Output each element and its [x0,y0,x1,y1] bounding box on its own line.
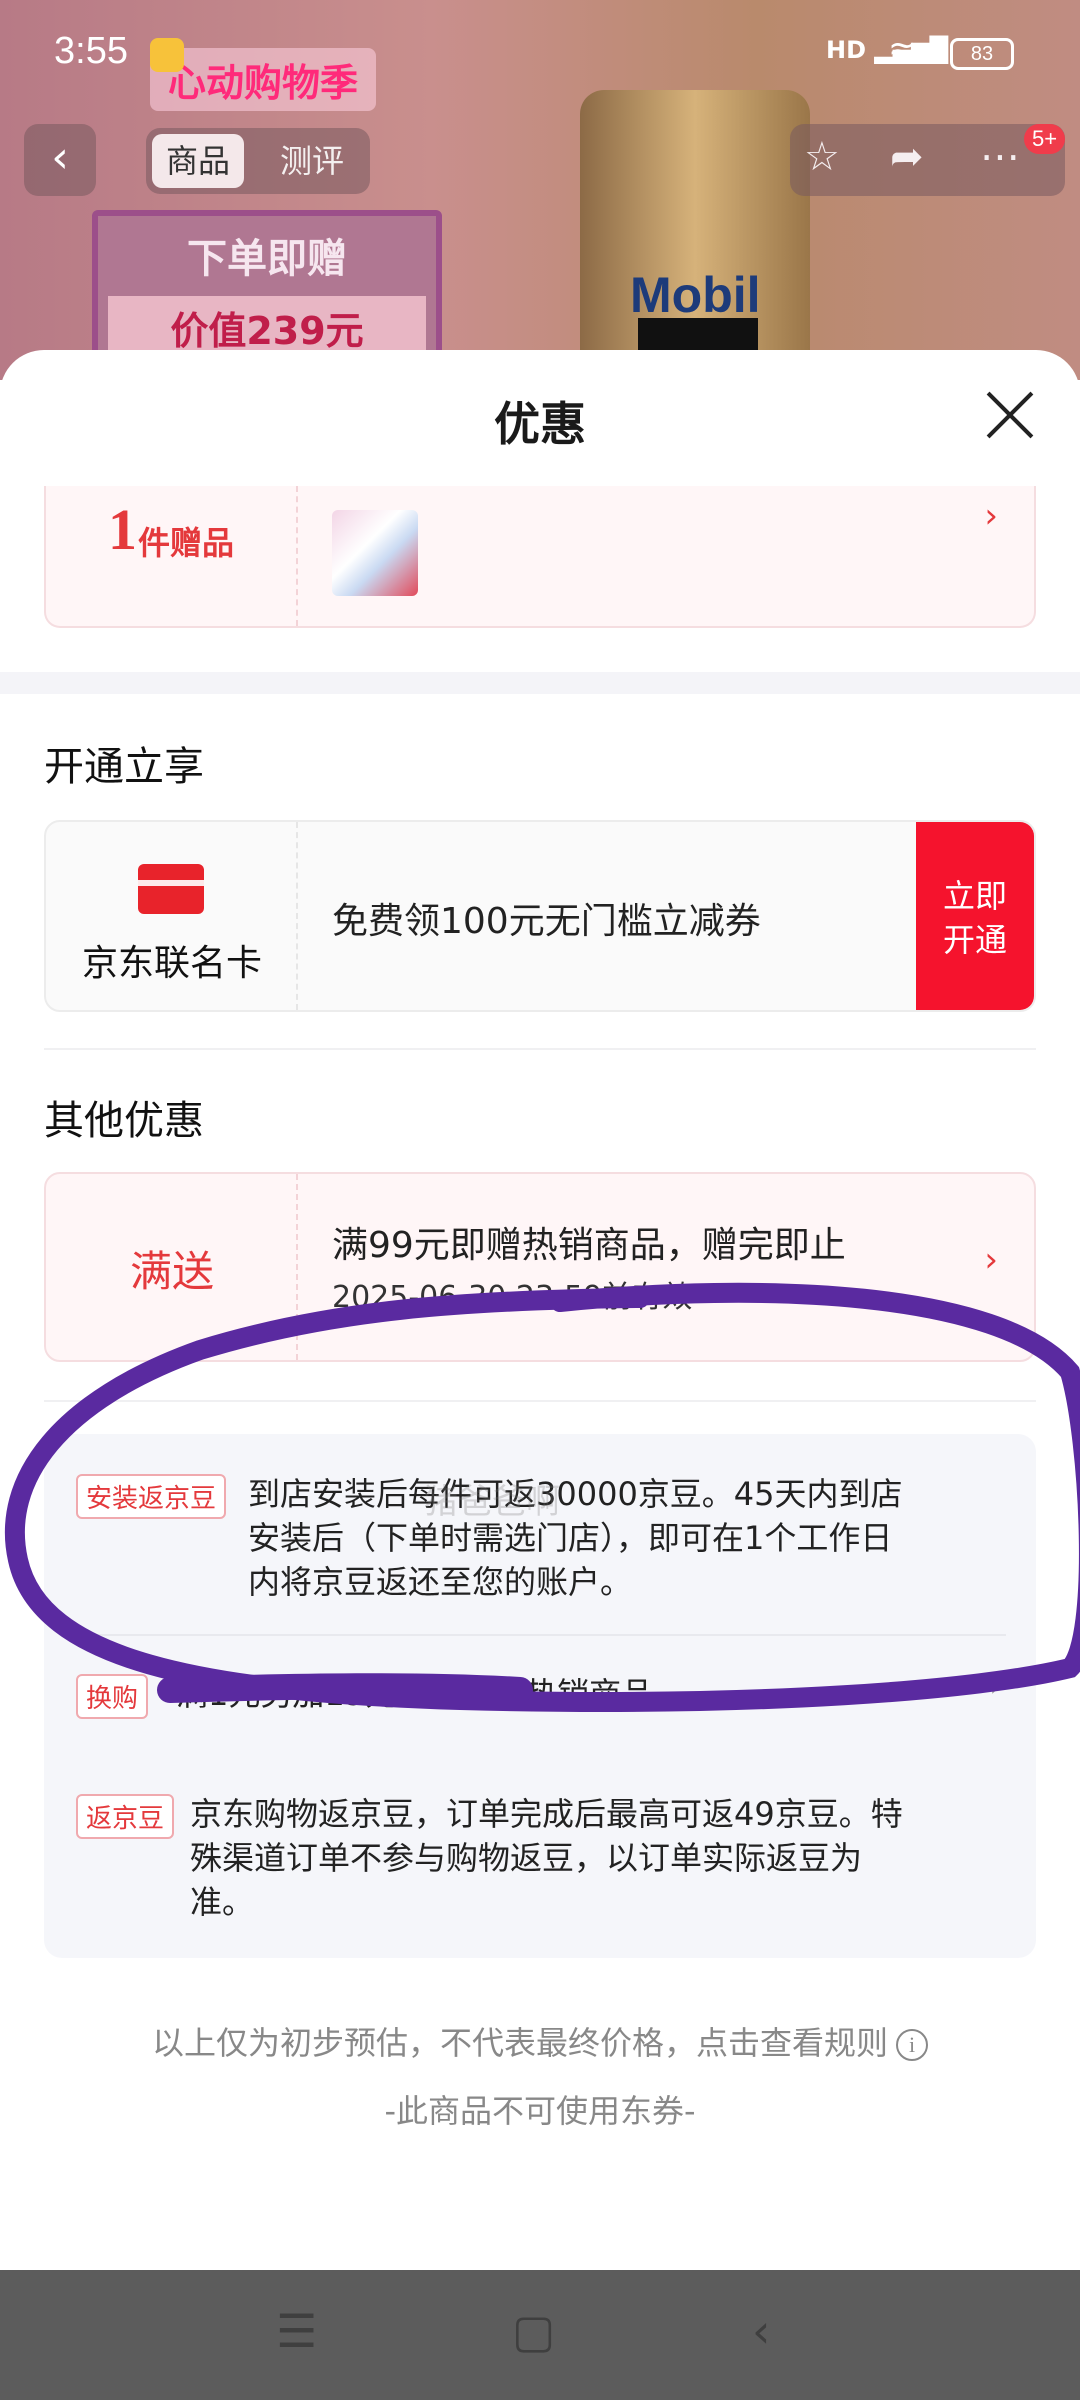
divider [44,1048,1036,1050]
promo-text: 满1元另加19元即可换购热销商品 [176,1672,653,1716]
back-icon[interactable]: ‹ [24,124,96,196]
promo-text-line: 到店安装后每件可返30000京豆。45天内到店 [248,1475,903,1513]
divider [76,1634,1006,1636]
promo-text-line: 准。 [190,1883,255,1921]
promo-text-line: 安装后（下单时需选门店），即可在1个工作日 [248,1519,893,1557]
gift-count: 1 [108,497,137,562]
activate-button[interactable]: 立即开通 [916,822,1034,1010]
gift-card-left: 1 件赠品 [46,486,298,626]
member-offer-text: 免费领100元无门槛立减券 [332,901,761,942]
network-type: HD [826,36,867,64]
tab-review[interactable]: 测评 [266,134,358,188]
section-divider [0,672,1080,694]
full-gift-label: 满送 [129,1247,214,1296]
home-icon[interactable]: ▢ [512,2304,555,2358]
member-card-left: 京东联名卡 [46,822,298,1010]
coupon-note: -此商品不可使用东券- [384,2092,696,2130]
promo-text-line: 满1元另加19元即可换购热销商品 [176,1675,654,1713]
discount-sheet: 优惠 1 件赠品 › 开通立享 京东联名卡 免费领100元无门槛立减券 立即开通… [0,350,1080,2270]
promo-text-line: 京东购物返京豆，订单完成后最高可返49京豆。特 [190,1795,903,1833]
watermark: 猪爸爸啊 [424,1482,560,1522]
sheet-title: 优惠 [494,397,586,451]
battery-icon: 83 [950,38,1014,70]
product-nav-bar: ‹ 商品 测评 ☆ ➦ ⋯ 5+ [0,120,1080,204]
close-icon[interactable] [984,388,1036,440]
tab-product[interactable]: 商品 [152,134,245,188]
message-count-badge: 5+ [1024,124,1066,154]
activate-button-label: 立即开通 [943,877,1008,959]
promo-tag: 返京豆 [76,1794,175,1839]
status-bar: 3:55 HD ▂▄▆█ ≋ 83 [0,0,1080,100]
promo-item-jingdou: 返京豆 京东购物返京豆，订单完成后最高可返49京豆。特 殊渠道订单不参与购物返豆… [76,1794,1006,1934]
product-tabs: 商品 测评 [146,128,370,194]
promo-text: 京东购物返京豆，订单完成后最高可返49京豆。特 殊渠道订单不参与购物返豆，以订单… [190,1792,903,1924]
gift-product-thumbnail [332,510,418,596]
promo-text-line: 内将京豆返还至您的账户。 [248,1563,633,1601]
credit-card-icon [138,864,204,914]
price-rule-text: 以上仅为初步预估，不代表最终价格，点击查看规则 [151,2024,888,2062]
wifi-icon: ≋ [888,32,917,72]
full-gift-validity: 2025-06-30 23:59前有效 [332,1280,693,1315]
product-brand-logo: Mobil [630,267,761,323]
menu-icon[interactable]: ☰ [276,2304,317,2358]
sheet-header: 优惠 [0,350,1080,486]
chevron-right-icon: › [984,496,998,536]
divider [44,1400,1036,1402]
chevron-right-icon: › [984,1240,998,1280]
member-section-title: 开通立享 [44,744,204,790]
notification-icon [150,38,184,72]
other-section-title: 其他优惠 [44,1098,204,1144]
full-gift-text: 满99元即赠热销商品，赠完即止 [332,1225,846,1266]
star-icon[interactable]: ☆ [804,134,840,180]
chevron-right-icon: › [989,1666,1002,1704]
info-icon: i [896,2029,928,2061]
promo-banner-line1: 下单即赠 [187,236,347,282]
full-gift-left: 满送 [46,1174,298,1360]
promo-tag: 换购 [76,1674,149,1719]
promo-tag: 安装返京豆 [76,1474,227,1519]
full-gift-card[interactable]: 满送 满99元即赠热销商品，赠完即止 2025-06-30 23:59前有效 › [44,1172,1036,1362]
promo-text: 到店安装后每件可返30000京豆。45天内到店 安装后（下单时需选门店），即可在… [248,1472,903,1604]
share-icon[interactable]: ➦ [890,134,924,180]
price-rule-note[interactable]: 以上仅为初步预估，不代表最终价格，点击查看规则 i [0,2018,1080,2064]
member-card: 京东联名卡 免费领100元无门槛立减券 立即开通 [44,820,1036,1012]
gift-unit: 件赠品 [138,524,235,562]
promo-text-line: 殊渠道订单不参与购物返豆，以订单实际返豆为 [190,1839,863,1877]
more-icon[interactable]: ⋯ [980,134,1020,180]
back-nav-icon[interactable]: ‹ [752,2304,770,2358]
system-nav-bar: ☰ ▢ ‹ [0,2270,1080,2400]
status-time: 3:55 [54,30,128,72]
gift-card[interactable]: 1 件赠品 › [44,486,1036,628]
member-card-label: 京东联名卡 [81,943,262,984]
promo-item-exchange[interactable]: 换购 满1元另加19元即可换购热销商品 [76,1674,1006,1724]
